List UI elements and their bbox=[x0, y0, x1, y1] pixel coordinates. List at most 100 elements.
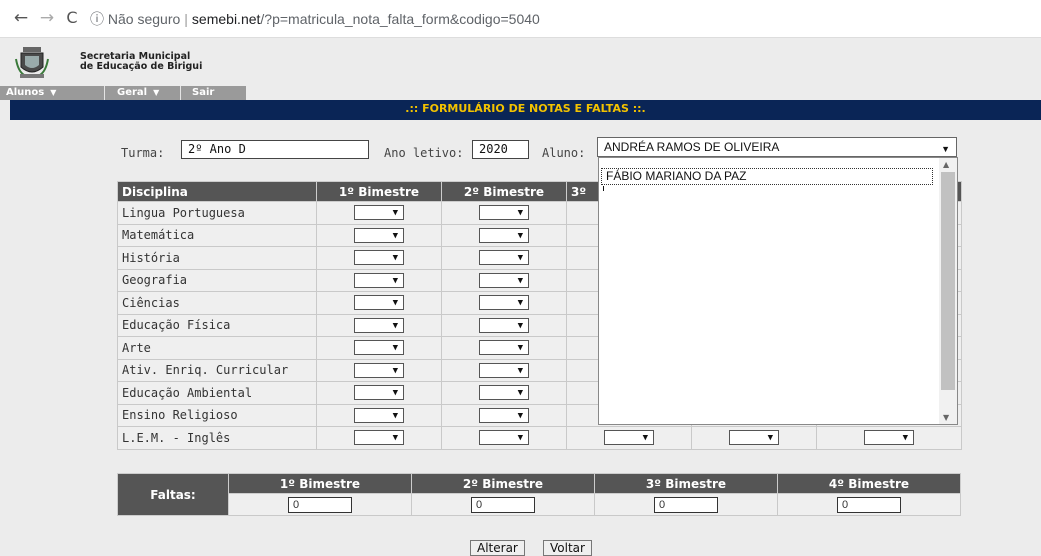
turma-label: Turma: bbox=[121, 146, 165, 160]
grade-select[interactable]: ▼ bbox=[604, 430, 654, 446]
scrollbar-thumb[interactable] bbox=[941, 172, 955, 390]
alterar-button[interactable]: Alterar bbox=[470, 540, 525, 556]
menu-item-sair[interactable]: Sair bbox=[186, 86, 236, 100]
grade-cell: ▼ bbox=[566, 426, 692, 450]
grade-cell: ▼ bbox=[691, 426, 817, 450]
aluno-select[interactable]: ANDRÉA RAMOS DE OLIVEIRA ▼ bbox=[597, 137, 957, 157]
chevron-down-icon: ▼ bbox=[517, 275, 523, 286]
chevron-down-icon: ▼ bbox=[517, 388, 523, 399]
subject-name: Ativ. Enriq. Curricular bbox=[117, 358, 317, 382]
chevron-down-icon: ▼ bbox=[517, 208, 523, 219]
subject-name: Educação Ambiental bbox=[117, 381, 317, 405]
grade-select[interactable]: ▼ bbox=[479, 205, 529, 221]
grade-cell: ▼ bbox=[441, 313, 567, 337]
chevron-down-icon: ▼ bbox=[517, 230, 523, 241]
grade-select[interactable]: ▼ bbox=[354, 317, 404, 333]
voltar-button[interactable]: Voltar bbox=[543, 540, 592, 556]
security-label: Não seguro bbox=[107, 11, 181, 27]
grade-select[interactable]: ▼ bbox=[354, 407, 404, 423]
subject-name: Geografia bbox=[117, 268, 317, 292]
faltas-cell: 0 bbox=[411, 493, 595, 516]
grade-select[interactable]: ▼ bbox=[479, 385, 529, 401]
turma-input[interactable]: 2º Ano D bbox=[181, 140, 369, 159]
site-header: Secretaria Municipal de Educação de Biri… bbox=[0, 38, 1041, 86]
grade-select[interactable]: ▼ bbox=[479, 227, 529, 243]
faltas-input-bim4[interactable]: 0 bbox=[837, 496, 901, 513]
menu-bar: Alunos ▼ Geral ▼ Sair bbox=[0, 86, 246, 100]
aluno-dropdown-list[interactable]: FÁBIO MARIANO DA PAZ ▲ ▼ bbox=[598, 157, 958, 425]
menu-item-label: Geral bbox=[117, 87, 148, 98]
subject-name: Lingua Portuguesa bbox=[117, 201, 317, 225]
chevron-down-icon: ▼ bbox=[902, 433, 908, 444]
grade-select[interactable]: ▼ bbox=[354, 430, 404, 446]
grade-cell: ▼ bbox=[316, 403, 442, 427]
grade-select[interactable]: ▼ bbox=[479, 317, 529, 333]
grade-select[interactable]: ▼ bbox=[479, 250, 529, 266]
chevron-down-icon: ▼ bbox=[767, 433, 773, 444]
menu-item-label: Sair bbox=[192, 87, 215, 98]
grade-select[interactable]: ▼ bbox=[479, 430, 529, 446]
grade-select[interactable]: ▼ bbox=[354, 340, 404, 356]
grade-select[interactable]: ▼ bbox=[354, 272, 404, 288]
grade-select[interactable]: ▼ bbox=[729, 430, 779, 446]
grade-cell: ▼ bbox=[316, 268, 442, 292]
grade-cell: ▼ bbox=[441, 381, 567, 405]
faltas-cell: 0 bbox=[777, 493, 961, 516]
grade-cell: ▼ bbox=[316, 381, 442, 405]
grade-select[interactable]: ▼ bbox=[479, 340, 529, 356]
faltas-table: Faltas: 1º Bimestre 2º Bimestre 3º Bimes… bbox=[117, 473, 961, 516]
dropdown-option[interactable]: FÁBIO MARIANO DA PAZ bbox=[601, 168, 933, 185]
chevron-down-icon: ▼ bbox=[517, 298, 523, 309]
grade-select[interactable]: ▼ bbox=[354, 227, 404, 243]
scroll-up-icon[interactable]: ▲ bbox=[943, 160, 949, 169]
menu-item-alunos[interactable]: Alunos ▼ bbox=[0, 86, 104, 100]
chevron-down-icon: ▼ bbox=[392, 365, 398, 376]
grade-select[interactable]: ▼ bbox=[354, 205, 404, 221]
grade-select[interactable]: ▼ bbox=[479, 407, 529, 423]
faltas-header-bim1: 1º Bimestre bbox=[228, 473, 412, 494]
grade-cell: ▼ bbox=[441, 246, 567, 270]
faltas-cell: 0 bbox=[228, 493, 412, 516]
grade-select[interactable]: ▼ bbox=[354, 362, 404, 378]
grade-select[interactable]: ▼ bbox=[864, 430, 914, 446]
grade-cell: ▼ bbox=[316, 336, 442, 360]
grade-cell: ▼ bbox=[441, 426, 567, 450]
menu-item-geral[interactable]: Geral ▼ bbox=[111, 86, 179, 100]
subject-name: Matemática bbox=[117, 223, 317, 247]
grade-select[interactable]: ▼ bbox=[479, 272, 529, 288]
col-header-disciplina: Disciplina bbox=[117, 181, 317, 202]
chevron-down-icon: ▼ bbox=[392, 433, 398, 444]
grade-select[interactable]: ▼ bbox=[354, 295, 404, 311]
scroll-down-icon[interactable]: ▼ bbox=[943, 413, 949, 422]
grade-select[interactable]: ▼ bbox=[479, 295, 529, 311]
ano-letivo-label: Ano letivo: bbox=[384, 146, 464, 160]
grade-select[interactable]: ▼ bbox=[354, 250, 404, 266]
dropdown-option-partial[interactable] bbox=[603, 186, 604, 191]
url-path: /?p=matricula_nota_falta_form&codigo=504… bbox=[260, 11, 540, 27]
site-title-line2: de Educação de Birigui bbox=[80, 61, 203, 72]
faltas-label: Faltas: bbox=[117, 473, 229, 516]
faltas-header-bim3: 3º Bimestre bbox=[594, 473, 778, 494]
reload-icon[interactable]: C bbox=[61, 8, 83, 30]
faltas-input-bim1[interactable]: 0 bbox=[288, 496, 352, 513]
col-header-bim2: 2º Bimestre bbox=[441, 181, 567, 202]
grade-cell: ▼ bbox=[316, 358, 442, 382]
caret-down-icon: ▼ bbox=[153, 88, 160, 97]
grade-cell: ▼ bbox=[441, 403, 567, 427]
forward-arrow-icon[interactable]: → bbox=[36, 8, 58, 30]
ano-letivo-input[interactable]: 2020 bbox=[472, 140, 529, 159]
grade-select[interactable]: ▼ bbox=[354, 385, 404, 401]
grade-cell: ▼ bbox=[441, 223, 567, 247]
grade-cell: ▼ bbox=[441, 268, 567, 292]
chevron-down-icon: ▼ bbox=[517, 320, 523, 331]
faltas-input-bim2[interactable]: 0 bbox=[471, 496, 535, 513]
info-icon[interactable]: ⓘ bbox=[90, 11, 104, 27]
grade-select[interactable]: ▼ bbox=[479, 362, 529, 378]
menu-divider bbox=[104, 86, 105, 100]
menu-divider bbox=[180, 86, 181, 100]
faltas-input-bim3[interactable]: 0 bbox=[654, 496, 718, 513]
address-bar[interactable]: ⓘ Não seguro | semebi.net/?p=matricula_not… bbox=[90, 8, 790, 30]
dropdown-scrollbar[interactable]: ▲ ▼ bbox=[939, 158, 957, 424]
chevron-down-icon: ▼ bbox=[517, 365, 523, 376]
back-arrow-icon[interactable]: ← bbox=[10, 8, 32, 30]
